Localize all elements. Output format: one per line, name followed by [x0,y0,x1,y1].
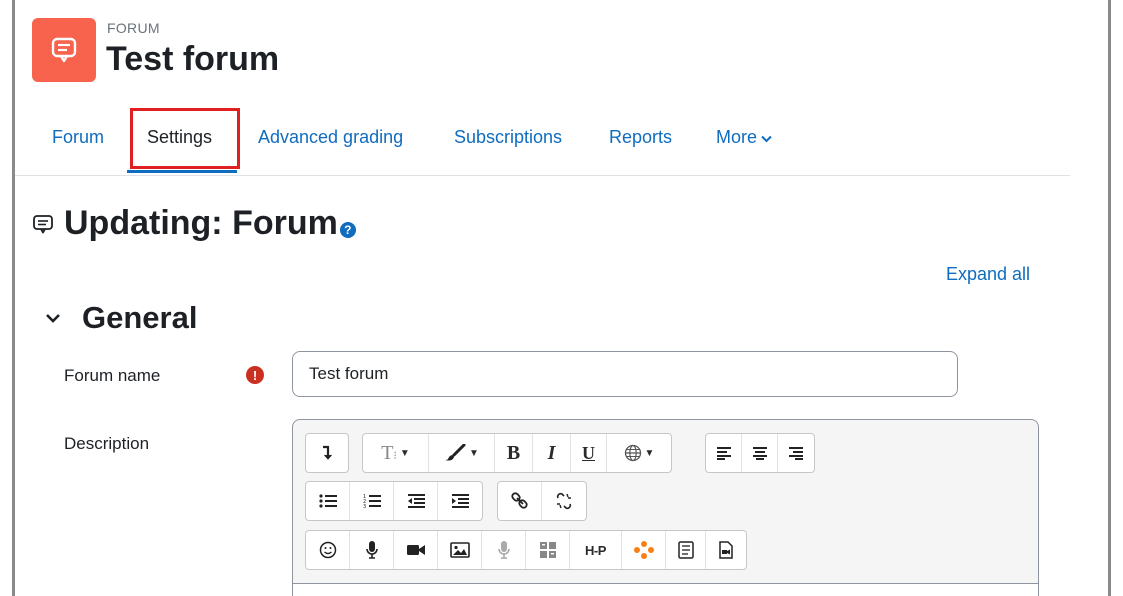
toolbar-toggle-button[interactable] [306,434,348,472]
unlink-button[interactable] [542,482,586,520]
insert-media-button[interactable] [622,531,666,569]
insert-audio-button[interactable] [482,531,526,569]
template-icon [677,541,694,559]
toolbar-group-collapse [305,433,349,473]
chevron-down-icon [761,108,772,166]
smiley-icon [319,541,336,559]
forum-name-label: Forum name [64,366,161,385]
general-section-header[interactable]: General [44,300,197,336]
tabs-divider [15,175,1070,176]
insert-template-button[interactable] [666,531,706,569]
tab-advanced-grading[interactable]: Advanced grading [258,108,403,168]
bold-button[interactable]: B [495,434,533,472]
tab-more[interactable]: More [716,108,772,168]
page-heading: Updating: Forum ? [32,204,356,243]
required-icon: ! [246,366,264,384]
toolbar-group-style: T⁝ ▼ ▼ B I U ▼ [362,433,672,473]
record-audio-button[interactable] [350,531,394,569]
paintbrush-icon [445,444,466,461]
unlink-icon [556,492,572,510]
italic-button[interactable]: I [533,434,571,472]
caret-down-icon: ▼ [469,447,479,459]
tab-forum[interactable]: Forum [52,108,104,168]
page-title: Test forum [106,40,280,78]
forum-module-icon [32,18,96,82]
outdent-icon [407,494,425,508]
general-section-title: General [82,300,198,335]
description-editor: T⁝ ▼ ▼ B I U ▼ 123 H-P [292,419,1039,596]
bullet-list-icon [318,494,337,508]
numbered-list-icon: 123 [363,494,381,509]
align-right-icon [789,447,803,460]
emoji-button[interactable] [306,531,350,569]
indent-icon [452,494,469,508]
video-file-icon [719,541,733,559]
caret-down-icon: ▼ [644,447,655,459]
description-textarea[interactable] [293,583,1038,596]
toolbar-group-media: H-P [305,530,747,570]
align-right-button[interactable] [778,434,814,472]
module-type-label: FORUM [107,20,160,36]
page-heading-text: Updating: Forum [64,204,338,242]
manage-files-button[interactable] [526,531,570,569]
text-color-button[interactable]: ▼ [429,434,495,472]
orange-dots-icon [633,541,654,559]
settings-highlight-box [130,108,240,169]
forum-icon [51,37,77,63]
paragraph-styles-button[interactable]: T⁝ ▼ [363,434,429,472]
insert-video-file-button[interactable] [706,531,746,569]
window-border-left [12,0,15,596]
toolbar-group-lists: 123 [305,481,483,521]
toolbar-toggle-icon [323,445,332,460]
link-button[interactable] [498,482,542,520]
help-icon[interactable]: ? [339,221,356,238]
forum-name-input[interactable] [292,351,958,397]
tab-reports[interactable]: Reports [609,108,672,168]
video-camera-icon [406,545,425,555]
active-tab-indicator [127,170,237,173]
expand-all-link[interactable]: Expand all [946,264,1030,285]
link-icon [510,492,528,509]
globe-icon [624,444,641,462]
forum-icon [33,214,53,233]
tab-more-label: More [716,127,758,147]
indent-button[interactable] [438,482,482,520]
align-left-button[interactable] [706,434,742,472]
text-style-icon: T⁝ [381,441,397,464]
caret-down-icon: ▼ [399,447,410,459]
microphone-disabled-icon [497,541,510,559]
underline-button[interactable]: U [571,434,607,472]
toolbar-group-align [705,433,815,473]
h5p-icon: H-P [585,542,606,558]
language-button[interactable]: ▼ [607,434,671,472]
outdent-button[interactable] [394,482,438,520]
chevron-down-icon [46,314,60,323]
h5p-button[interactable]: H-P [570,531,622,569]
record-video-button[interactable] [394,531,438,569]
align-center-icon [752,447,767,460]
tab-subscriptions[interactable]: Subscriptions [454,108,562,168]
window-border-right [1108,0,1111,596]
toolbar-group-links [497,481,587,521]
insert-image-button[interactable] [438,531,482,569]
align-center-button[interactable] [742,434,778,472]
ordered-list-button[interactable]: 123 [350,482,394,520]
files-grid-icon [539,542,556,558]
microphone-icon [365,541,378,559]
svg-text:3: 3 [363,504,366,509]
image-icon [449,542,470,558]
unordered-list-button[interactable] [306,482,350,520]
description-label: Description [64,434,150,453]
align-left-icon [716,447,731,460]
